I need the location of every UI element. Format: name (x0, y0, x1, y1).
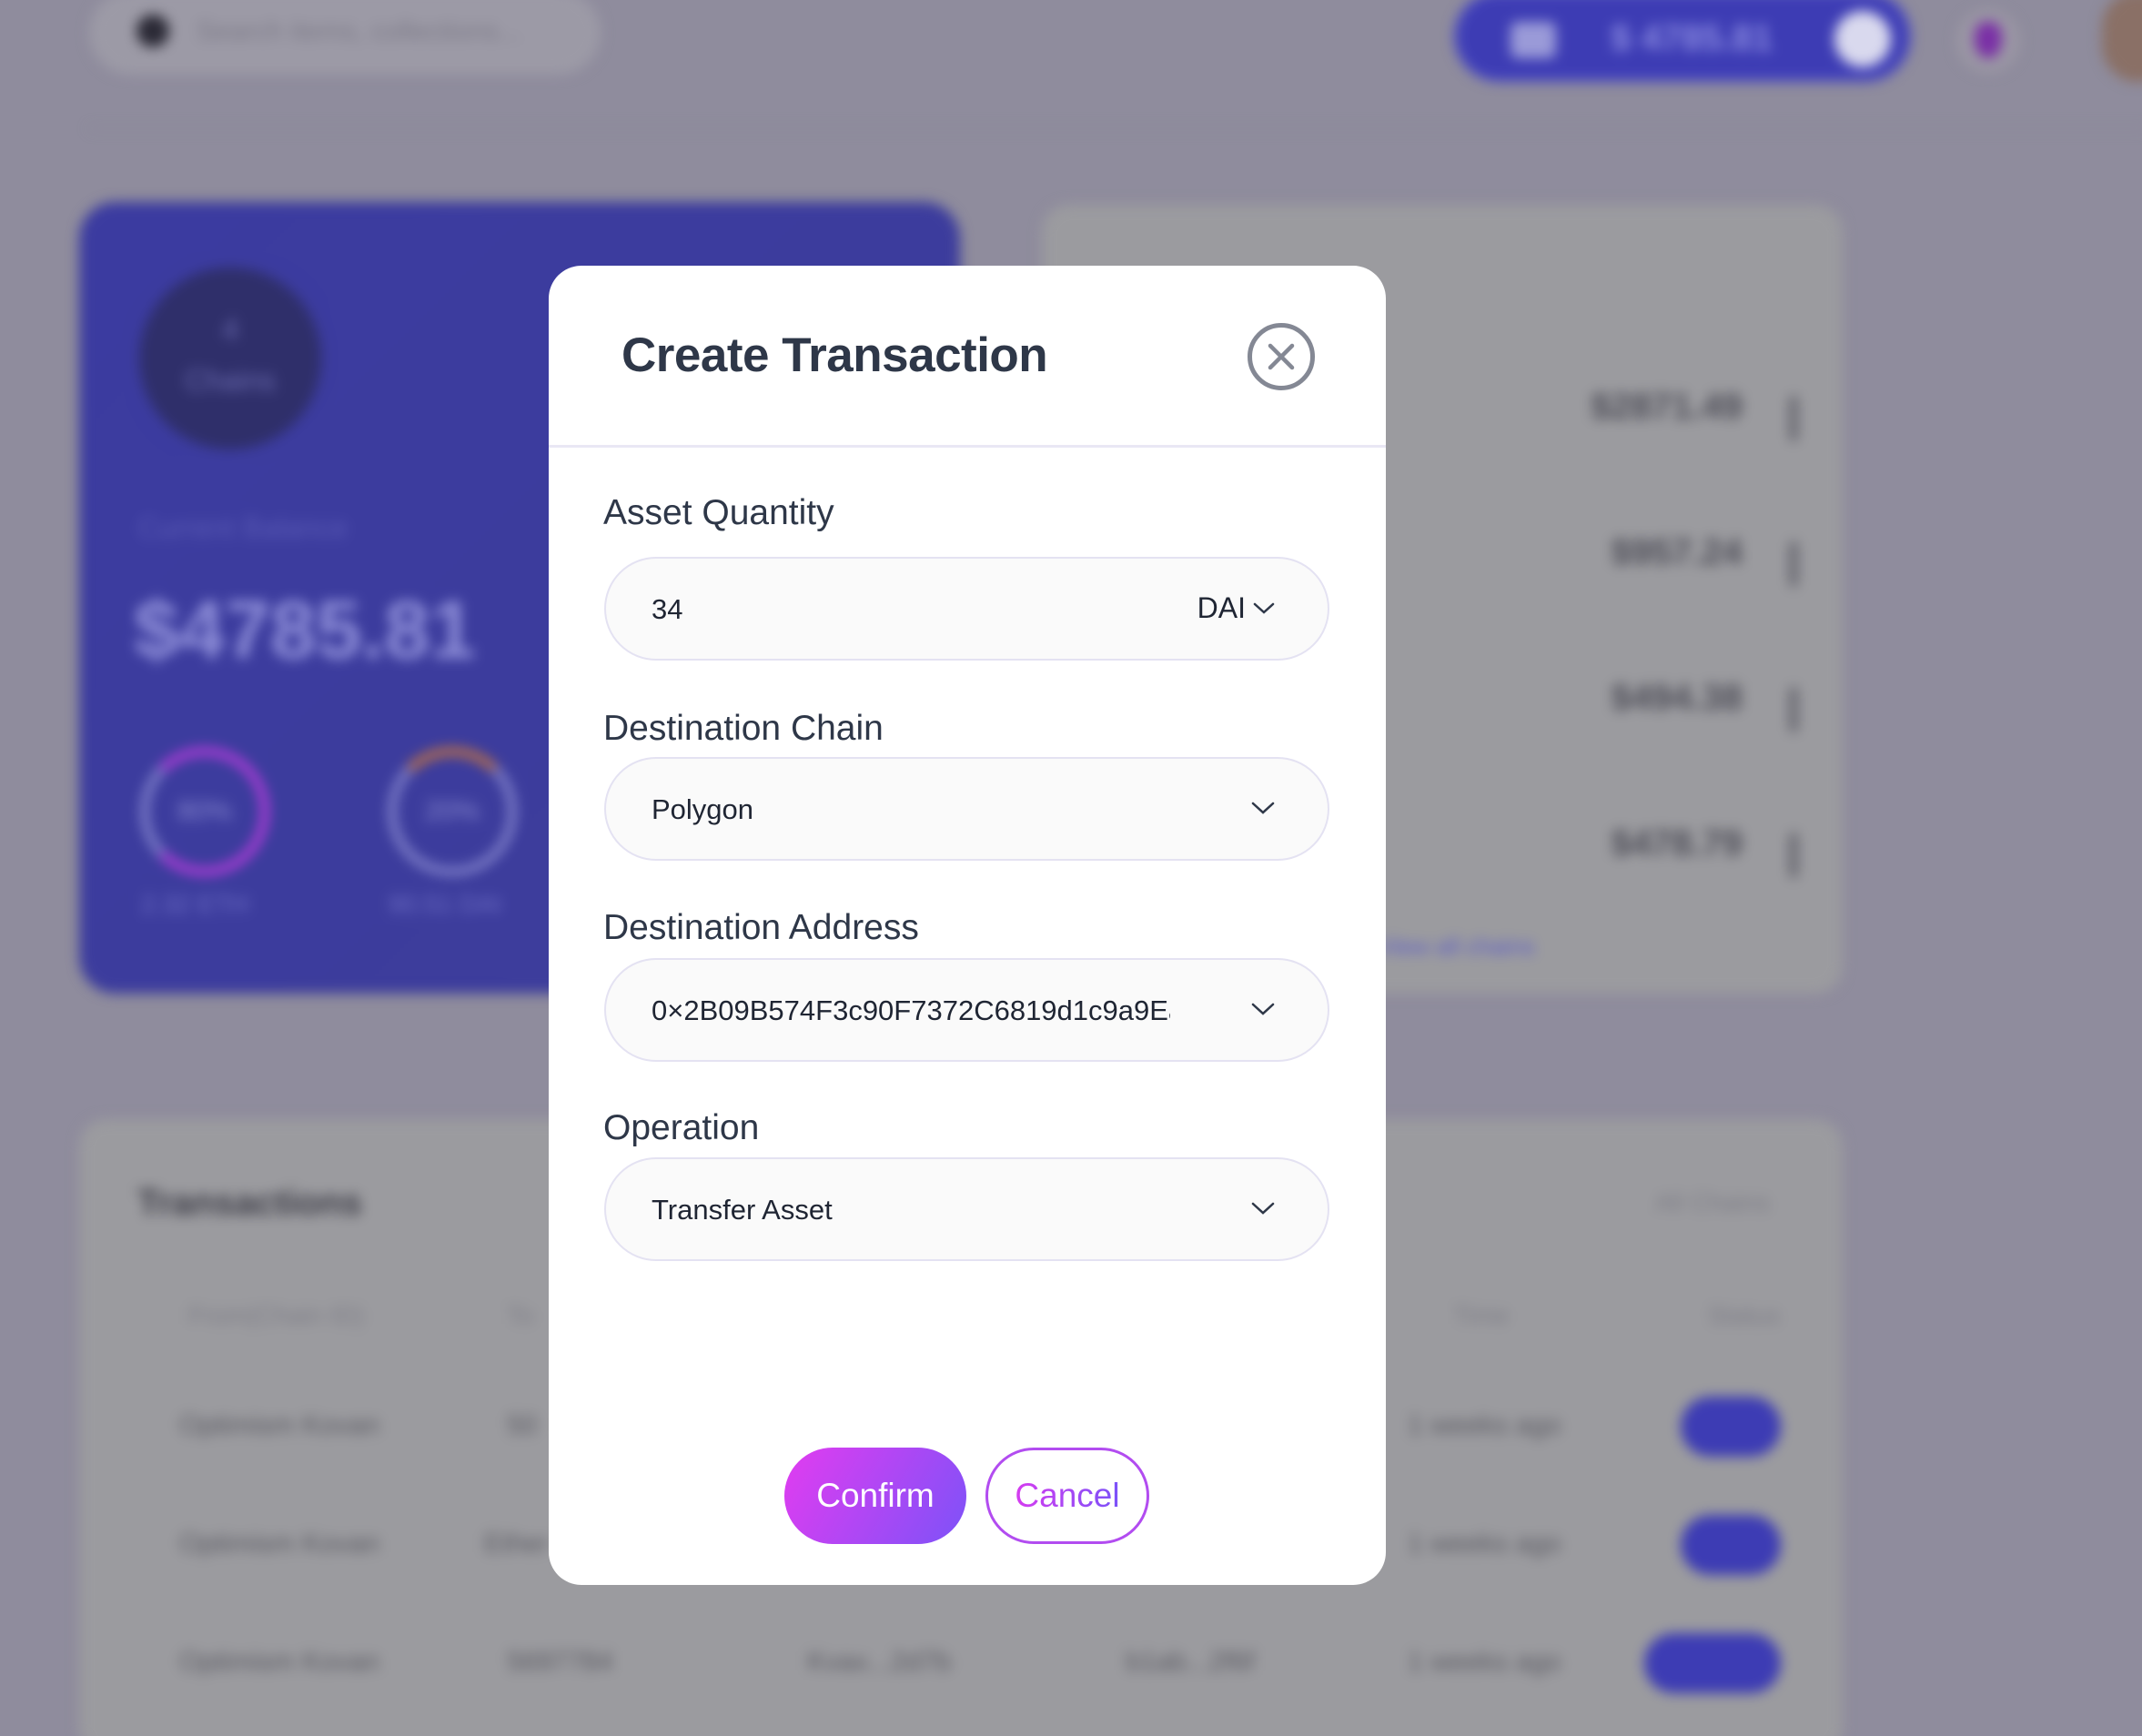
chevron-down-icon (1253, 602, 1275, 614)
chevron-down-icon (1251, 1202, 1275, 1215)
asset-quantity-value: 34 (652, 593, 683, 625)
cancel-label: Cancel (1015, 1477, 1120, 1514)
close-icon (1268, 343, 1295, 370)
destination-address-value: 0×2B09B574F3c90F7372C6819d1c9a9Ea (652, 994, 1170, 1026)
modal-overlay[interactable]: Create Transaction Asset Quantity 34 DAI… (0, 0, 2142, 1736)
asset-quantity-label: Asset Quantity (603, 493, 834, 532)
close-button[interactable] (1248, 323, 1315, 390)
operation-value: Transfer Asset (652, 1194, 833, 1226)
confirm-button[interactable]: Confirm (784, 1448, 966, 1544)
chevron-down-icon (1251, 1003, 1275, 1015)
destination-address-label: Destination Address (603, 908, 919, 947)
destination-chain-label: Destination Chain (603, 709, 884, 748)
cancel-button[interactable]: Cancel (985, 1448, 1149, 1544)
modal-header: Create Transaction (549, 266, 1386, 448)
operation-label: Operation (603, 1108, 760, 1147)
chevron-down-icon (1251, 802, 1275, 814)
asset-unit-select[interactable]: DAI (1197, 591, 1275, 625)
asset-unit-value: DAI (1197, 591, 1246, 624)
destination-address-select[interactable]: 0×2B09B574F3c90F7372C6819d1c9a9Ea (604, 958, 1329, 1062)
destination-chain-select[interactable]: Polygon (604, 757, 1329, 861)
asset-quantity-input[interactable]: 34 DAI (604, 557, 1329, 661)
create-transaction-modal: Create Transaction Asset Quantity 34 DAI… (549, 266, 1386, 1585)
modal-title: Create Transaction (621, 328, 1048, 382)
operation-select[interactable]: Transfer Asset (604, 1157, 1329, 1261)
destination-chain-value: Polygon (652, 793, 754, 825)
